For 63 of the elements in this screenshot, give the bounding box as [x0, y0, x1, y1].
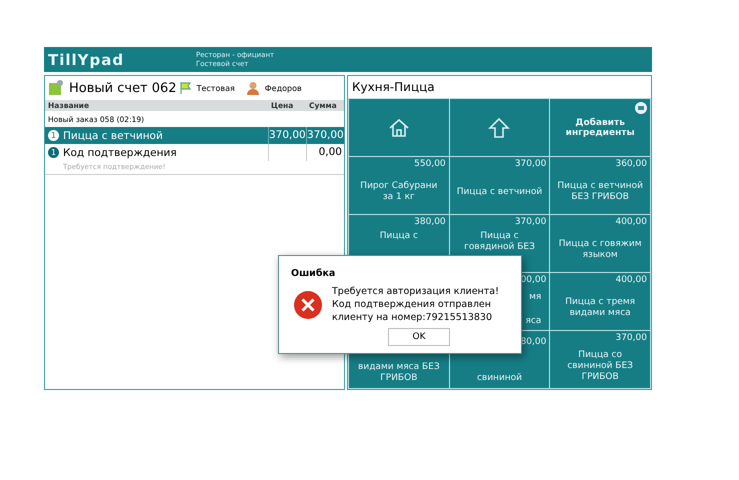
action-tile[interactable]: Добавить ингредиенты [550, 99, 650, 156]
order-row[interactable]: 1 Пицца с ветчиной 370,00 370,00 [45, 127, 344, 144]
tile-label: Пицца со [578, 350, 622, 360]
home-icon [388, 116, 410, 138]
tile-price: 380,00 [414, 217, 446, 227]
tile-label: Пицца с говяжим [558, 239, 642, 250]
item-sum: 0,00 [318, 146, 342, 158]
tile-label: ГРИБОВ [582, 372, 619, 382]
folder-icon [634, 102, 647, 114]
menu-tile[interactable]: 550,00 Пирог Сабурани за 1 кг [349, 157, 449, 214]
logo: TillYpad [48, 50, 126, 68]
menu-tile[interactable]: 400,00 Пицца с говяжим языком [550, 215, 650, 272]
tile-price: 400,00 [615, 217, 647, 227]
tile-label: Пицца с [480, 231, 519, 242]
tile-label: свининой [476, 373, 522, 384]
tile-label: языком [582, 250, 618, 261]
tile-price: 360,00 [615, 159, 647, 169]
flag-icon [180, 82, 192, 94]
error-icon [293, 290, 323, 320]
up-arrow-icon [488, 116, 510, 138]
item-price: 370,00 [269, 129, 306, 141]
action-label: Добавить ингредиенты [565, 118, 636, 138]
tile-label: говядиной БЕЗ [464, 242, 535, 253]
waiter-name: Федоров [264, 84, 302, 92]
tile-label: видами мяса БЕЗ [358, 362, 440, 373]
bill-icon [48, 80, 64, 96]
error-message: Требуется авторизация клиента! Код подтверждения отправлен клиенту на номер:79215513830 [332, 285, 499, 324]
tile-label: мя [529, 292, 542, 303]
tile-label: Пицца с тремя [565, 297, 636, 308]
tile-label: за 1 кг [382, 192, 415, 203]
tile-price: 400,00 [615, 275, 647, 285]
menu-tile[interactable]: 370,00 Пицца со свининой БЕЗ ГРИБОВ [550, 331, 650, 388]
quantity-badge: 1 [48, 147, 59, 158]
tile-price: 370,00 [615, 333, 647, 343]
tile-label: ГРИБОВ [380, 373, 418, 384]
bill-title: Новый счет 062 [69, 80, 177, 96]
item-name: Пицца с ветчиной [63, 130, 163, 142]
up-tile[interactable] [450, 99, 550, 156]
menu-tile[interactable]: 400,00 Пицца с тремя видами мяса [550, 273, 650, 330]
tile-price: 550,00 [414, 159, 446, 169]
tile-label: Пицца с ветчиной [557, 181, 643, 192]
person-icon [246, 81, 260, 95]
dialog-title: Ошибка [291, 268, 336, 279]
table-name: Тестовая [196, 84, 235, 92]
home-tile[interactable] [349, 99, 449, 156]
item-name: Код подтверждения [63, 146, 177, 158]
ok-button[interactable]: OK [388, 328, 450, 346]
tile-price: 370,00 [514, 159, 546, 169]
tile-label: Пирог Сабурани [360, 181, 438, 192]
tile-label: Пицца с [380, 231, 418, 242]
tile-label: видами мяса [570, 308, 631, 319]
menu-tile[interactable]: 360,00 Пицца с ветчиной БЕЗ ГРИБОВ [550, 157, 650, 214]
tile-price: 370,00 [514, 217, 546, 227]
menu-tile[interactable]: 370,00 Пицца с ветчиной [450, 157, 550, 214]
tile-label: Пицца с ветчиной [456, 186, 542, 198]
order-row[interactable]: 1 Код подтверждения 0,00 [45, 144, 344, 161]
item-sum: 370,00 [307, 129, 344, 141]
menu-title: Кухня-Пицца [351, 79, 436, 96]
tile-label: свининой БЕЗ [567, 360, 633, 372]
tile-label: яса [525, 316, 542, 327]
quantity-badge: 1 [48, 130, 59, 141]
tile-label: БЕЗ ГРИБОВ [571, 192, 629, 203]
tile-price: 80,00 [520, 337, 546, 347]
